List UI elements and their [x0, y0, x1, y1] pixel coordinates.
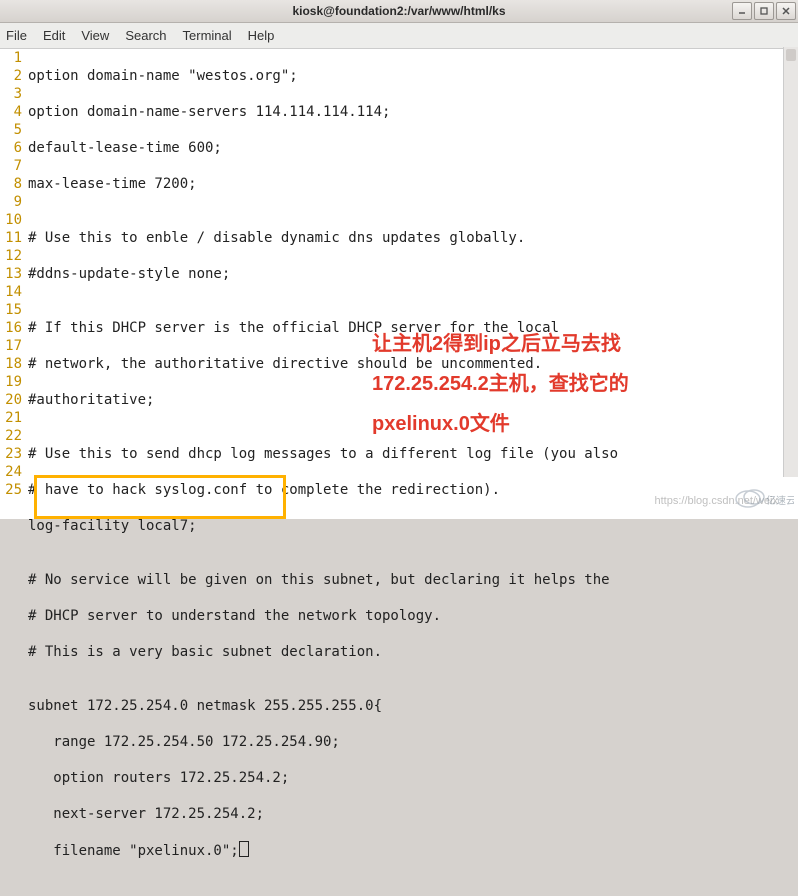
line-number: 5 — [4, 121, 22, 139]
line-number-gutter: 1 2 3 4 5 6 7 8 9 10 11 12 13 14 15 16 1… — [0, 49, 28, 519]
line-number: 14 — [4, 283, 22, 301]
code-line: #ddns-update-style none; — [28, 265, 794, 283]
menu-view[interactable]: View — [81, 28, 109, 43]
line-number: 1 — [4, 49, 22, 67]
line-number: 10 — [4, 211, 22, 229]
line-number: 2 — [4, 67, 22, 85]
line-number: 3 — [4, 85, 22, 103]
code-line: # network, the authoritative directive s… — [28, 355, 794, 373]
text-cursor — [239, 841, 249, 857]
vertical-scrollbar[interactable] — [783, 47, 798, 477]
menu-file[interactable]: File — [6, 28, 27, 43]
line-number: 18 — [4, 355, 22, 373]
maximize-button[interactable] — [754, 2, 774, 20]
line-number: 6 — [4, 139, 22, 157]
code-line: default-lease-time 600; — [28, 139, 794, 157]
line-number: 20 — [4, 391, 22, 409]
line-number: 13 — [4, 265, 22, 283]
menubar: File Edit View Search Terminal Help — [0, 23, 798, 49]
line-number: 19 — [4, 373, 22, 391]
minimize-button[interactable] — [732, 2, 752, 20]
code-line: subnet 172.25.254.0 netmask 255.255.255.… — [28, 697, 794, 715]
line-number: 21 — [4, 409, 22, 427]
line-number: 4 — [4, 103, 22, 121]
code-line: # DHCP server to understand the network … — [28, 607, 794, 625]
code-line: # Use this to enble / disable dynamic dn… — [28, 229, 794, 247]
code-area[interactable]: option domain-name "westos.org"; option … — [28, 49, 798, 519]
menu-help[interactable]: Help — [248, 28, 275, 43]
line-number: 15 — [4, 301, 22, 319]
line-number: 7 — [4, 157, 22, 175]
line-number: 25 — [4, 481, 22, 499]
window-controls — [732, 2, 796, 20]
code-line: range 172.25.254.50 172.25.254.90; — [28, 733, 794, 751]
menu-edit[interactable]: Edit — [43, 28, 65, 43]
line-number: 16 — [4, 319, 22, 337]
menu-terminal[interactable]: Terminal — [183, 28, 232, 43]
window-titlebar: kiosk@foundation2:/var/www/html/ks — [0, 0, 798, 23]
line-number: 22 — [4, 427, 22, 445]
code-line: log-facility local7; — [28, 517, 794, 535]
code-line: filename "pxelinux.0"; — [28, 841, 794, 860]
line-number: 17 — [4, 337, 22, 355]
terminal-editor[interactable]: 1 2 3 4 5 6 7 8 9 10 11 12 13 14 15 16 1… — [0, 49, 798, 519]
code-line: # This is a very basic subnet declaratio… — [28, 643, 794, 661]
menu-search[interactable]: Search — [125, 28, 166, 43]
line-number: 24 — [4, 463, 22, 481]
line-number: 11 — [4, 229, 22, 247]
line-number: 8 — [4, 175, 22, 193]
line-number: 12 — [4, 247, 22, 265]
code-line: # Use this to send dhcp log messages to … — [28, 445, 794, 463]
code-line: max-lease-time 7200; — [28, 175, 794, 193]
code-line: option domain-name-servers 114.114.114.1… — [28, 103, 794, 121]
code-line: option domain-name "westos.org"; — [28, 67, 794, 85]
code-line: # have to hack syslog.conf to complete t… — [28, 481, 794, 499]
code-line: option routers 172.25.254.2; — [28, 769, 794, 787]
line-number: 23 — [4, 445, 22, 463]
code-line: # If this DHCP server is the official DH… — [28, 319, 794, 337]
window-title: kiosk@foundation2:/var/www/html/ks — [0, 4, 798, 18]
line-number: 9 — [4, 193, 22, 211]
code-line: #authoritative; — [28, 391, 794, 409]
code-line: next-server 172.25.254.2; — [28, 805, 794, 823]
close-button[interactable] — [776, 2, 796, 20]
code-line: # No service will be given on this subne… — [28, 571, 794, 589]
